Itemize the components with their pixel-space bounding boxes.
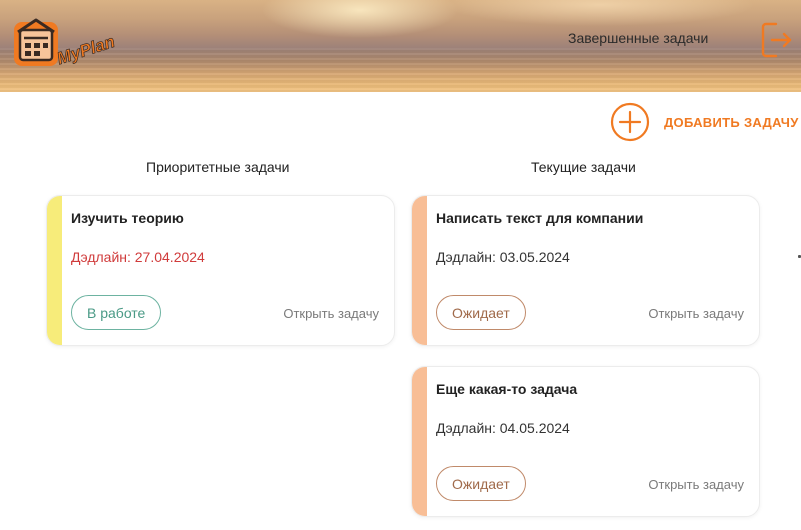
priority-stripe — [412, 196, 427, 345]
priority-stripe — [412, 367, 427, 516]
priority-column-title: Приоритетные задачи — [146, 159, 290, 175]
plus-circle-icon[interactable] — [610, 102, 650, 142]
logo-icon: MyPlan — [14, 18, 116, 69]
status-button[interactable]: Ожидает — [436, 295, 526, 330]
status-button[interactable]: В работе — [71, 295, 162, 330]
add-task-label[interactable]: ДОБАВИТЬ ЗАДАЧУ — [664, 115, 799, 130]
myplan-logo[interactable]: MyPlan — [12, 16, 116, 70]
open-task-link[interactable]: Открыть задачу — [283, 306, 379, 321]
task-card[interactable]: Еще какая-то задача Дэдлайн: 04.05.2024 … — [411, 366, 760, 517]
task-title: Еще какая-то задача — [436, 381, 578, 397]
task-card[interactable]: Изучить теорию Дэдлайн: 27.04.2024 В раб… — [46, 195, 395, 346]
task-deadline: Дэдлайн: 27.04.2024 — [71, 249, 205, 265]
task-title: Изучить теорию — [71, 210, 184, 226]
open-task-link[interactable]: Открыть задачу — [648, 306, 744, 321]
task-title: Написать текст для компании — [436, 210, 644, 226]
completed-tasks-link[interactable]: Завершенные задачи — [568, 30, 708, 46]
app-header: MyPlan Завершенные задачи — [0, 0, 801, 92]
status-button[interactable]: Ожидает — [436, 466, 526, 501]
priority-stripe — [47, 196, 62, 345]
current-column-title: Текущие задачи — [531, 159, 636, 175]
task-deadline: Дэдлайн: 04.05.2024 — [436, 420, 570, 436]
add-task-button[interactable]: ДОБАВИТЬ ЗАДАЧУ — [610, 102, 799, 142]
task-deadline: Дэдлайн: 03.05.2024 — [436, 249, 570, 265]
open-task-link[interactable]: Открыть задачу — [648, 477, 744, 492]
logout-icon[interactable] — [760, 20, 794, 60]
svg-text:MyPlan: MyPlan — [55, 32, 116, 68]
task-card[interactable]: Написать текст для компании Дэдлайн: 03.… — [411, 195, 760, 346]
